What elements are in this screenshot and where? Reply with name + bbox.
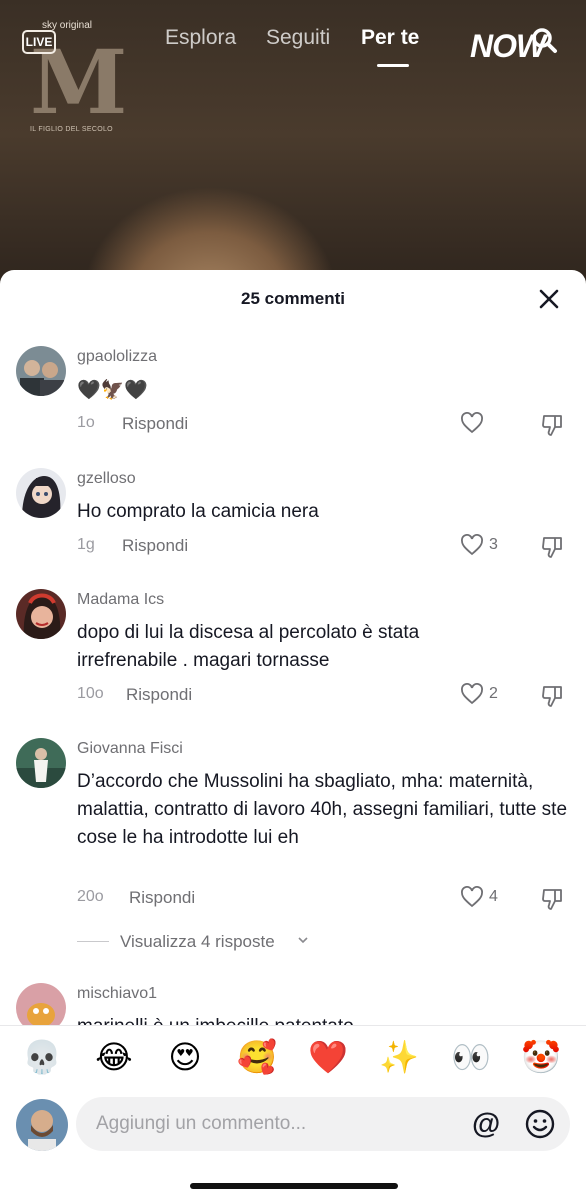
like-count: 2 [489,685,498,702]
comment-time: 1o [77,414,95,431]
avatar[interactable] [16,589,66,639]
avatar[interactable] [16,346,66,396]
like-button[interactable] [460,412,520,436]
like-count: 3 [489,536,498,553]
comment-text: Ho comprato la camicia nera [77,501,319,522]
like-button[interactable]: 4 [460,886,520,910]
comment-time: 1g [77,536,95,553]
comment-text: 🖤🦅🖤 [77,379,148,401]
comment-input[interactable] [96,1097,456,1151]
active-tab-indicator [377,64,409,67]
close-icon[interactable] [536,286,562,312]
reply-button[interactable]: Rispondi [122,414,188,434]
comment-username[interactable]: mischiavo1 [77,985,157,1003]
emoji-smiling-hearts-button[interactable]: 🥰 [235,1037,279,1077]
view-replies-label: Visualizza 4 risposte [120,932,275,951]
heart-icon [461,412,483,434]
comment-time: 20o [77,888,104,905]
like-count: 4 [489,888,498,905]
comment-text: dopo di lui la discesa al percolato è st… [77,622,420,671]
tab-per-te[interactable]: Per te [361,26,419,50]
dislike-icon[interactable] [540,412,566,438]
like-button[interactable]: 3 [460,534,520,558]
emoji-laughing-button[interactable]: 😂 [92,1037,136,1077]
comment-username[interactable]: gpaololizza [77,348,157,366]
emoji-eyes-button[interactable]: 👀 [449,1037,493,1077]
comment-username[interactable]: Giovanna Fisci [77,740,183,758]
emoji-picker-icon[interactable] [524,1108,556,1140]
tab-esplora[interactable]: Esplora [165,26,236,50]
divider [77,941,109,942]
comment-time: 10o [77,685,104,702]
avatar[interactable] [16,738,66,788]
comment-meta: 1g Rispondi 3 [77,534,567,558]
search-icon[interactable] [530,26,558,54]
mention-button[interactable]: @ [472,1108,500,1140]
comment-username[interactable]: gzelloso [77,470,136,488]
emoji-red-heart-button[interactable]: ❤️ [306,1037,350,1077]
heart-icon [461,683,483,705]
reply-button[interactable]: Rispondi [126,685,192,705]
comment-input-row: @ [0,1087,586,1167]
emoji-sparkles-button[interactable]: ✨ [377,1037,421,1077]
emoji-heart-eyes-button[interactable]: 😍 [163,1037,207,1077]
reply-button[interactable]: Rispondi [129,888,195,908]
dislike-icon[interactable] [540,683,566,709]
chevron-down-icon [298,937,308,944]
dislike-icon[interactable] [540,886,566,912]
comment-username[interactable]: Madama Ics [77,591,164,609]
comment-meta: 1o Rispondi [77,412,567,436]
dislike-icon[interactable] [540,534,566,560]
heart-icon [461,886,483,908]
avatar[interactable] [16,468,66,518]
brand-subtitle: IL FIGLIO DEL SECOLO [30,126,113,133]
comment-input-container: @ [76,1097,570,1151]
avatar[interactable] [16,983,66,1026]
comment-text: D’accordo che Mussolini ha sbagliato, mh… [77,771,568,848]
home-indicator[interactable] [190,1183,398,1189]
like-button[interactable]: 2 [460,683,520,707]
emoji-quick-bar: 💀 😂 😍 🥰 ❤️ ✨ 👀 🤡 [0,1025,586,1087]
emoji-clown-button[interactable]: 🤡 [519,1037,563,1077]
comments-sheet: 25 commenti gpaololizza 🖤🦅🖤 1o Rispondi … [0,270,586,1200]
emoji-skull-button[interactable]: 💀 [20,1037,64,1077]
my-avatar[interactable] [16,1099,68,1151]
comment-meta: 10o Rispondi 2 [77,683,567,707]
comments-count-title: 25 commenti [241,289,345,308]
heart-icon [461,534,483,556]
comments-list[interactable]: gpaololizza 🖤🦅🖤 1o Rispondi gzelloso Ho … [0,326,586,1026]
tab-seguiti[interactable]: Seguiti [266,26,330,50]
view-replies-button[interactable]: Visualizza 4 risposte [77,931,377,953]
sheet-header: 25 commenti [0,270,586,326]
reply-button[interactable]: Rispondi [122,536,188,556]
comment-meta: 20o Rispondi 4 [77,886,567,910]
